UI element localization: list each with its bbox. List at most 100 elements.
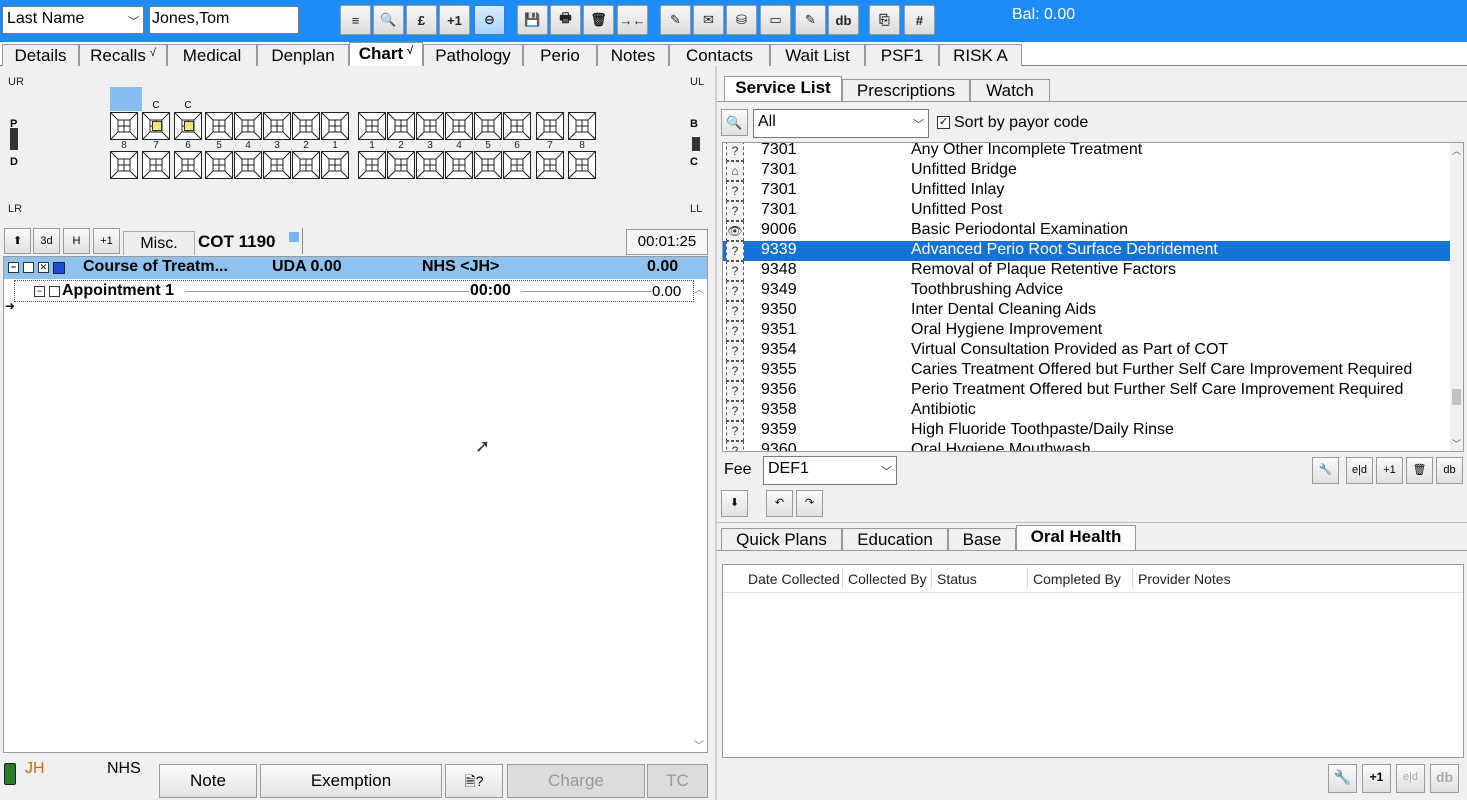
letter-button[interactable]: ✉ (693, 5, 724, 35)
tooth-lower-left-5[interactable] (474, 151, 502, 179)
collapse-icon[interactable]: − (8, 262, 19, 273)
plus-one-button[interactable]: +1 (439, 5, 470, 35)
course-checkbox[interactable] (23, 262, 34, 273)
db-button[interactable]: db (1436, 457, 1463, 484)
column-provider-notes[interactable]: Provider Notes (1138, 571, 1231, 587)
print-button[interactable]: 🖶 (550, 5, 581, 35)
copy-button[interactable]: ⎘ (869, 5, 900, 35)
appointment-row[interactable]: − Appointment 1 00:00 0.00 (14, 280, 694, 302)
course-header-row[interactable]: − ✕ Course of Treatm... UDA 0.00 NHS <JH… (4, 257, 707, 279)
tooth-upper-left-1[interactable] (358, 112, 386, 140)
bin-icon[interactable] (4, 763, 16, 785)
collapse-icon[interactable]: − (34, 286, 45, 297)
service-row[interactable]: ? 9339 Advanced Perio Root Surface Debride… (723, 241, 1450, 261)
tooth-upper-left-4[interactable] (445, 112, 473, 140)
tab-oral-health[interactable]: Oral Health (1016, 525, 1136, 551)
tooth-lower-left-1[interactable] (358, 151, 386, 179)
tooth-lower-left-8[interactable] (568, 151, 596, 179)
tooth-lower-left-3[interactable] (416, 151, 444, 179)
tooth-upper-right-1[interactable] (321, 112, 349, 140)
tab-prescriptions[interactable]: Prescriptions (842, 79, 970, 101)
tooth-lower-right-8[interactable] (110, 151, 138, 179)
service-row[interactable]: ? 9351 Oral Hygiene Improvement (723, 321, 1450, 341)
tooth-upper-right-5[interactable] (205, 112, 233, 140)
tooth-lower-right-5[interactable] (205, 151, 233, 179)
column-date-collected[interactable]: Date Collected (748, 571, 840, 587)
align-button[interactable]: ≡ (340, 5, 371, 35)
tooth-lower-right-2[interactable] (292, 151, 320, 179)
tab-perio[interactable]: Perio (523, 44, 597, 66)
appointment-checkbox[interactable] (49, 286, 60, 297)
service-filter-select[interactable]: All ﹀ (753, 109, 929, 138)
service-row[interactable]: ? 9348 Removal of Plaque Retentive Factors (723, 261, 1450, 281)
service-row[interactable]: ? 9354 Virtual Consultation Provided as Pa… (723, 341, 1450, 361)
3d-button[interactable]: 3d (33, 228, 60, 254)
tab-wait-list[interactable]: Wait List (770, 44, 865, 66)
tab-psf1[interactable]: PSF1 (865, 44, 939, 66)
service-row[interactable]: ? 7301 Any Other Incomplete Treatment (723, 143, 1450, 161)
tab-recalls[interactable]: Recalls √ (79, 44, 167, 66)
tooth-lower-right-1[interactable] (321, 151, 349, 179)
service-row[interactable]: ? 9359 High Fluoride Toothpaste/Daily Rins… (723, 421, 1450, 441)
tab-notes[interactable]: Notes (597, 44, 669, 66)
tab-details[interactable]: Details (2, 44, 79, 66)
service-list[interactable]: ? 7301 Any Other Incomplete Treatment ⌂ 7301… (722, 142, 1464, 452)
oral-health-table[interactable]: Date Collected Collected By Status Compl… (722, 564, 1464, 758)
service-row[interactable]: ? 9360 Oral Hygiene Mouthwash (723, 441, 1450, 451)
tooth-lower-right-4[interactable] (234, 151, 262, 179)
service-row[interactable]: ? 7301 Unfitted Inlay (723, 181, 1450, 201)
move-down-button[interactable]: ⬇ (721, 490, 748, 517)
grid-button[interactable]: # (904, 5, 935, 35)
merge-button[interactable]: →← (617, 5, 648, 35)
tc-button[interactable]: TC (647, 764, 708, 798)
tab-medical[interactable]: Medical (167, 44, 257, 66)
pound-button[interactable]: £ (406, 5, 437, 35)
scroll-down-icon[interactable]: ﹀ (694, 737, 704, 752)
scrollbar-thumb[interactable] (1452, 389, 1461, 405)
tooth-upper-left-2[interactable] (387, 112, 415, 140)
tooth-upper-left-5[interactable] (474, 112, 502, 140)
tab-watch[interactable]: Watch (970, 79, 1050, 101)
tab-service-list[interactable]: Service List (724, 76, 842, 102)
tooth-lower-left-2[interactable] (387, 151, 415, 179)
search-button[interactable]: 🔍 (373, 5, 404, 35)
tab-misc[interactable]: Misc. (123, 231, 195, 255)
exemption-button[interactable]: Exemption (260, 764, 442, 798)
patient-name-input[interactable]: Jones,Tom (149, 6, 299, 34)
tooth-lower-right-7[interactable] (142, 151, 170, 179)
tooth-upper-left-7[interactable] (536, 112, 564, 140)
search-field-select[interactable]: Last Name ﹀ (2, 6, 144, 34)
tooth-upper-right-2[interactable] (292, 112, 320, 140)
history-button[interactable]: H (63, 228, 90, 254)
tooth-upper-left-8[interactable] (568, 112, 596, 140)
service-row[interactable]: ? 9358 Antibiotic (723, 401, 1450, 421)
delete-button[interactable]: 🗑 (583, 5, 614, 35)
tooth-lower-left-4[interactable] (445, 151, 473, 179)
plus-one-button-lower[interactable]: +1 (1362, 764, 1391, 793)
tooth-upper-right-6[interactable] (174, 112, 202, 140)
note-button[interactable]: ✎ (795, 5, 826, 35)
service-row[interactable]: ? 9356 Perio Treatment Offered but Further… (723, 381, 1450, 401)
service-row[interactable]: ? 9349 Toothbrushing Advice (723, 281, 1450, 301)
service-list-scrollbar[interactable]: ︿ ﹀ (1450, 143, 1463, 451)
edit-button[interactable]: ✎ (660, 5, 691, 35)
course-x-checkbox[interactable]: ✕ (38, 262, 49, 273)
note-button[interactable]: Note (159, 764, 257, 798)
tab-chart[interactable]: Chart √ (349, 42, 423, 67)
tab-risk-a[interactable]: RISK A (939, 44, 1022, 66)
edit-button-lower[interactable]: e|d (1396, 764, 1425, 793)
sort-by-payor-checkbox[interactable]: ✓ (937, 116, 950, 129)
scroll-up-icon[interactable]: ︿ (694, 281, 704, 296)
save-button[interactable]: 💾 (517, 5, 548, 35)
service-row[interactable]: ⌂ 7301 Unfitted Bridge (723, 161, 1450, 181)
plus-one-button[interactable]: +1 (93, 228, 120, 254)
db-button[interactable]: db (828, 5, 859, 35)
delete-button[interactable]: 🗑 (1406, 457, 1433, 484)
tab-denplan[interactable]: Denplan (257, 44, 349, 66)
wrench-button[interactable]: 🔧 (1312, 457, 1339, 484)
tooth-upper-right-8[interactable] (110, 112, 138, 140)
card-button[interactable]: ▭ (760, 5, 791, 35)
redo-button[interactable]: ↷ (796, 490, 823, 517)
tab-education[interactable]: Education (842, 528, 948, 550)
tooth-upper-left-6[interactable] (503, 112, 531, 140)
